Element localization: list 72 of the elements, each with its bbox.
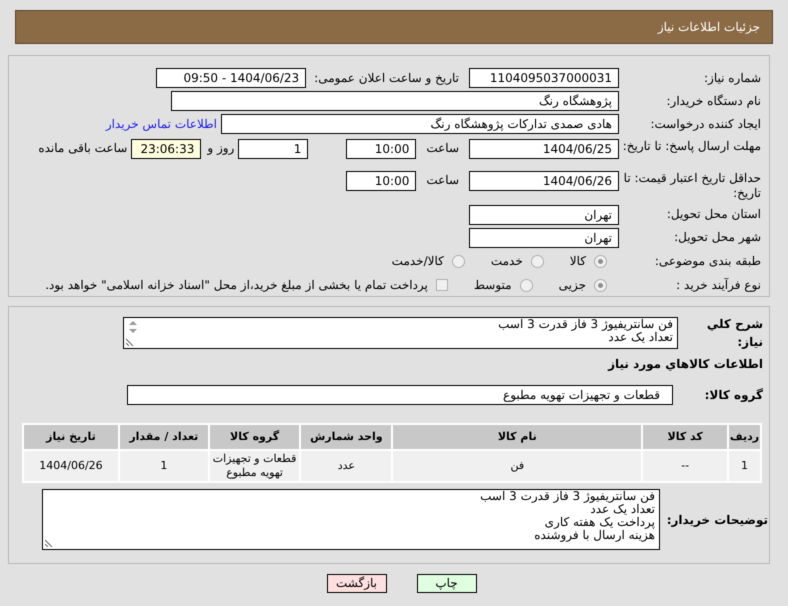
page-title: جزئیات اطلاعات نیاز <box>658 19 760 36</box>
scroll-arrows-icon[interactable] <box>128 320 138 334</box>
radio-label: کالا/خدمت <box>392 253 444 270</box>
input-field[interactable]: 1404/06/26 <box>469 170 619 191</box>
radio-button[interactable] <box>594 254 607 268</box>
input-field[interactable]: 10:00 <box>346 139 416 159</box>
text-line: تعداد یک عدد <box>590 503 655 516</box>
text-line: فن سانتریفیوژ 3 فاز قدرت 3 اسب <box>480 490 655 503</box>
field-label: مهلت ارسال پاسخ: تا تاریخ: <box>622 139 761 154</box>
input-field[interactable]: 1 <box>238 139 308 159</box>
radio-label: جزیی <box>558 277 586 294</box>
text-line: تعداد یک عدد <box>608 331 673 344</box>
field-label: حداقل تاریخ اعتبار قیمت: تا تاریخ: <box>622 170 761 201</box>
field-label: طبقه بندی موضوعی: <box>654 254 761 269</box>
field-label: گروه کالا: <box>704 387 763 404</box>
table-cell: -- <box>642 450 728 482</box>
section-heading: اطلاعات کالاهاي مورد نياز <box>608 356 763 373</box>
table-cell: 1404/06/26 <box>23 450 119 482</box>
radio-button[interactable] <box>530 254 544 268</box>
field-label: شماره نیاز: <box>703 70 761 86</box>
radio-label: کالا <box>570 253 586 270</box>
column-header: تاریخ نیاز <box>23 424 119 450</box>
field-label: توضیحات خریدار: <box>666 512 768 528</box>
input-field[interactable]: قطعات و تجهیزات تهویه مطبوع <box>127 385 673 405</box>
text-area[interactable]: فن سانتریفیوژ 3 فاز قدرت 3 اسب تعداد یک عدد پرداخت یک هفته کاری هزینه ارسال با فروشنده <box>42 489 660 550</box>
table-cell: قطعات و تجهیزات تهویه مطبوع <box>208 450 300 482</box>
radio-button[interactable] <box>520 278 533 292</box>
field-label: تاریخ و ساعت اعلان عمومی: <box>314 70 459 87</box>
column-header: تعداد / مقدار <box>118 424 209 450</box>
checkbox-label: پرداخت تمام یا بخشی از مبلغ خرید،از محل "اسناد خزانه اسلامی" خواهد بود. <box>45 277 428 294</box>
field-label: ایجاد کننده درخواست: <box>649 116 761 132</box>
remaining-label: ساعت باقی مانده <box>38 140 128 157</box>
table-cell: 1 <box>118 450 209 482</box>
text-line: پرداخت یک هفته کاری <box>544 516 655 529</box>
radio-label: متوسط <box>474 277 512 294</box>
checkbox[interactable] <box>436 279 448 292</box>
input-field[interactable]: 1404/06/23 - 09:50 <box>156 68 306 88</box>
column-header: گروه کالا <box>208 424 300 450</box>
field-label: شهر محل تحویل: <box>673 230 761 246</box>
input-field[interactable]: هادی صمدی تدارکات پژوهشگاه رنگ <box>221 114 619 134</box>
input-field[interactable]: 1104095037000031 <box>469 68 619 88</box>
table-cell: فن <box>392 450 642 482</box>
text-line: هزینه ارسال با فروشنده <box>534 529 655 542</box>
field-label: شرح کلي نياز: <box>706 316 763 351</box>
input-field[interactable]: 1404/06/25 <box>469 139 619 159</box>
time-label: ساعت <box>426 140 459 157</box>
column-header: رديف <box>728 424 761 450</box>
contact-link[interactable]: اطلاعات تماس خریدار <box>106 115 217 133</box>
time-label: ساعت <box>426 172 459 189</box>
resize-grip-icon[interactable] <box>126 338 134 346</box>
input-field[interactable]: پژوهشگاه رنگ <box>171 91 619 111</box>
print-button[interactable]: چاپ <box>416 574 476 593</box>
column-header: نام کالا <box>392 424 642 450</box>
table-cell: عدد <box>300 450 392 482</box>
column-header: کد کالا <box>642 424 728 450</box>
field-label: نام دستگاه خریدار: <box>666 94 761 108</box>
input-field[interactable]: 23:06:33 <box>131 139 202 159</box>
input-field[interactable]: تهران <box>469 204 619 225</box>
radio-label: خدمت <box>490 253 523 270</box>
radio-button[interactable] <box>594 278 607 292</box>
back-button[interactable]: بازگشت <box>326 574 386 593</box>
input-field[interactable]: تهران <box>469 228 619 248</box>
input-field[interactable]: 10:00 <box>346 170 416 191</box>
field-label: نوع فرآیند خرید : <box>675 278 761 293</box>
field-label: استان محل تحویل: <box>666 207 761 222</box>
text-line: فن سانتریفیوژ 3 فاز قدرت 3 اسب <box>498 318 673 331</box>
column-header: واحد شمارش <box>300 424 392 450</box>
radio-button[interactable] <box>452 254 465 268</box>
text-area[interactable]: فن سانتریفیوژ 3 فاز قدرت 3 اسب تعداد یک عدد <box>123 317 678 349</box>
table-cell: 1 <box>728 450 761 482</box>
days-label: روز و <box>207 140 234 157</box>
resize-grip-icon[interactable] <box>45 539 53 547</box>
